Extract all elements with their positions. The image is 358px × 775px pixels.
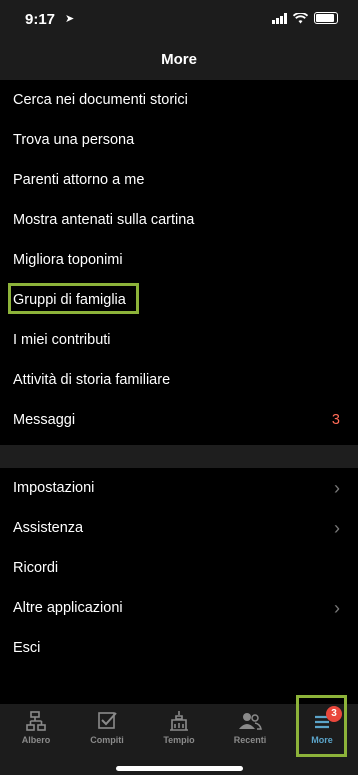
- menu-item-label: Migliora toponimi: [13, 252, 123, 268]
- tab-label: Tempio: [163, 735, 195, 745]
- chevron-right-icon: ›: [334, 598, 340, 618]
- home-indicator[interactable]: [116, 766, 243, 771]
- menu-item-other-apps[interactable]: Altre applicazioni ›: [0, 588, 358, 628]
- menu-item-find-person[interactable]: Trova una persona: [0, 120, 358, 160]
- wifi-icon: [293, 12, 308, 23]
- menu-item-my-contributions[interactable]: I miei contributi: [0, 320, 358, 360]
- more-tab-highlight: [296, 695, 347, 757]
- family-groups-highlight: [8, 283, 139, 314]
- tab-label: Recenti: [233, 735, 267, 745]
- menu-item-label: Trova una persona: [13, 132, 135, 148]
- menu-item-label: Mostra antenati sulla cartina: [13, 212, 195, 228]
- messages-count: 3: [331, 412, 340, 428]
- tab-temple[interactable]: Tempio: [143, 704, 215, 754]
- menu-list: Cerca nei documenti storici Trova una pe…: [0, 80, 358, 668]
- status-time: 9:17: [25, 11, 56, 28]
- menu-item-label: Esci: [13, 640, 41, 656]
- menu-item-label: Ricordi: [13, 560, 59, 576]
- signal-icon: [272, 12, 287, 24]
- menu-item-historical-records[interactable]: Cerca nei documenti storici: [0, 80, 358, 120]
- tab-tasks[interactable]: Compiti: [71, 704, 143, 754]
- tab-tree[interactable]: Albero: [0, 704, 72, 754]
- menu-item-label: Altre applicazioni: [13, 600, 123, 616]
- menu-item-label: Cerca nei documenti storici: [13, 92, 188, 108]
- status-bar: 9:17 ➤: [0, 0, 358, 36]
- chevron-right-icon: ›: [334, 518, 340, 538]
- menu-item-label: I miei contributi: [13, 332, 111, 348]
- tab-label: Compiti: [90, 735, 124, 745]
- menu-item-memories[interactable]: Ricordi: [0, 548, 358, 588]
- temple-icon: [170, 711, 188, 731]
- checklist-icon: [98, 712, 117, 729]
- menu-item-help[interactable]: Assistenza ›: [0, 508, 358, 548]
- menu-item-sign-out[interactable]: Esci: [0, 628, 358, 668]
- menu-item-family-history-activities[interactable]: Attività di storia familiare: [0, 360, 358, 400]
- menu-item-ancestors-map[interactable]: Mostra antenati sulla cartina: [0, 200, 358, 240]
- menu-item-label: Attività di storia familiare: [13, 372, 171, 388]
- battery-icon: [314, 12, 338, 24]
- menu-item-label: Messaggi: [13, 412, 76, 428]
- nav-bar: More: [0, 36, 358, 80]
- menu-item-relatives-around-me[interactable]: Parenti attorno a me: [0, 160, 358, 200]
- chevron-right-icon: ›: [334, 478, 340, 498]
- menu-item-messages[interactable]: Messaggi 3: [0, 400, 358, 440]
- menu-item-improve-places[interactable]: Migliora toponimi: [0, 240, 358, 280]
- page-title: More: [161, 51, 197, 68]
- menu-item-label: Impostazioni: [13, 480, 95, 496]
- status-icons: [272, 12, 338, 24]
- menu-item-label: Parenti attorno a me: [13, 172, 145, 188]
- menu-item-label: Assistenza: [13, 520, 84, 536]
- location-icon: ➤: [65, 13, 75, 25]
- tab-recent[interactable]: Recenti: [214, 704, 286, 754]
- section-divider: [0, 445, 358, 468]
- tab-label: Albero: [21, 735, 51, 745]
- tree-icon: [26, 711, 46, 731]
- menu-item-settings[interactable]: Impostazioni ›: [0, 468, 358, 508]
- people-icon: [239, 713, 262, 730]
